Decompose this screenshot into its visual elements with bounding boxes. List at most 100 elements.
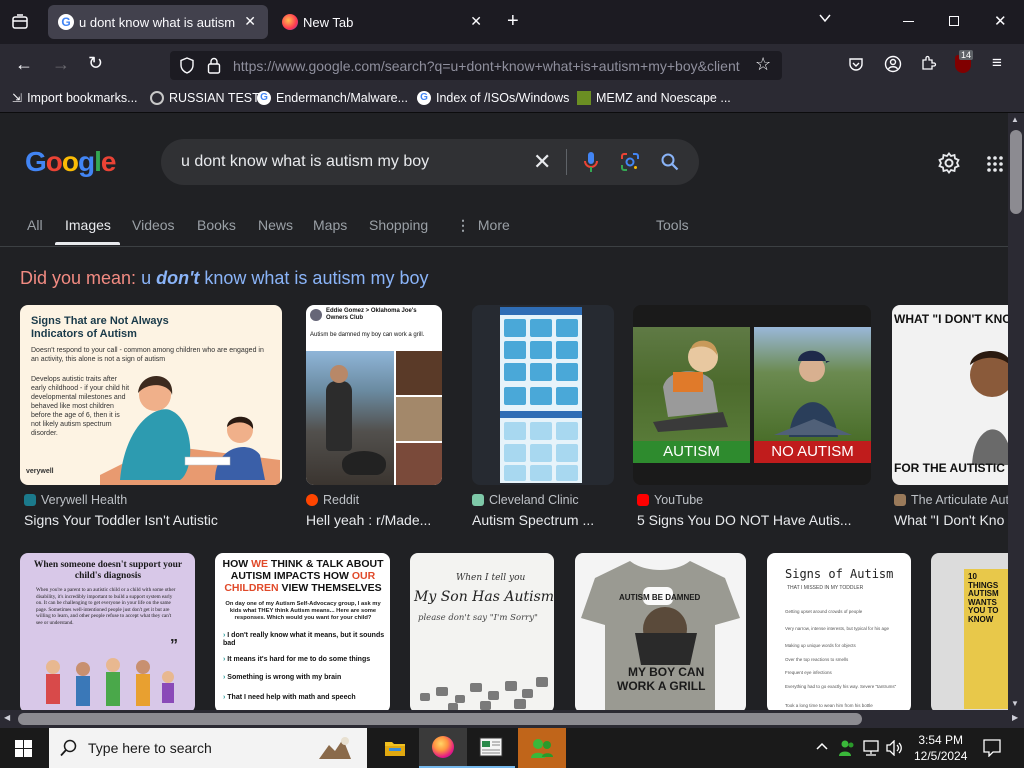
messenger-taskbar-icon[interactable]	[518, 728, 566, 768]
tab-maps[interactable]: Maps	[313, 217, 347, 233]
pocket-icon[interactable]	[848, 56, 864, 77]
network-icon[interactable]	[862, 740, 880, 761]
result-title[interactable]: 5 Signs You DO NOT Have Autis...	[637, 512, 871, 528]
tracking-protection-shield-icon[interactable]	[179, 57, 195, 79]
account-icon[interactable]	[884, 55, 902, 78]
bookmark-russian-test[interactable]: RUSSIAN TEST	[150, 91, 260, 105]
windows-start-icon[interactable]	[15, 740, 32, 762]
extensions-puzzle-icon[interactable]	[920, 55, 937, 77]
tab-bar: G u dont know what is autism my ✕ New Ta…	[0, 0, 1024, 44]
result-source[interactable]: YouTube	[637, 493, 703, 507]
scroll-right-arrow-icon[interactable]: ▶	[1012, 713, 1018, 722]
google-apps-grid-icon[interactable]	[987, 156, 1003, 177]
tab-videos[interactable]: Videos	[132, 217, 175, 233]
show-hidden-icons-chevron-icon[interactable]	[816, 740, 828, 758]
result-thumbnail[interactable]	[472, 305, 614, 485]
result-source[interactable]: Reddit	[306, 493, 359, 507]
tab-more[interactable]: ⋮ More	[456, 217, 510, 234]
search-highlight-icon[interactable]	[315, 733, 355, 763]
clear-search-icon[interactable]: ✕	[533, 149, 551, 175]
voice-search-mic-icon[interactable]	[583, 151, 599, 178]
thumbnail-line: please don't say "I'm Sorry"	[418, 613, 538, 623]
close-window-icon[interactable]: ✕	[994, 12, 1007, 30]
image-result-thumbnail[interactable]: When I tell you My Son Has Autism please…	[410, 553, 554, 710]
volume-speaker-icon[interactable]	[885, 739, 903, 761]
thumbnail-line: When I tell you	[456, 573, 526, 583]
scroll-left-arrow-icon[interactable]: ◀	[4, 713, 10, 722]
tab-google-search[interactable]: G u dont know what is autism my ✕	[48, 5, 268, 39]
image-result-thumbnail[interactable]: AUTISM BE DAMNED MY BOY CAN WORK A GRILL	[575, 553, 746, 710]
result-thumbnail[interactable]: Signs That are Not Always Indicators of …	[20, 305, 282, 485]
forward-arrow-icon[interactable]: →	[52, 54, 70, 75]
scroll-down-arrow-icon[interactable]: ▼	[1011, 699, 1019, 708]
new-tab-plus-icon[interactable]: +	[507, 10, 519, 33]
tab-all[interactable]: All	[27, 217, 43, 233]
tab-images[interactable]: Images	[65, 217, 111, 233]
restore-window-icon[interactable]	[949, 16, 959, 26]
firefox-taskbar-icon[interactable]	[419, 728, 467, 768]
tab-list-icon[interactable]	[11, 13, 29, 36]
search-input[interactable]: u dont know what is autism my boy	[181, 153, 429, 171]
image-result-thumbnail[interactable]: When someone doesn't support your child'…	[20, 553, 195, 710]
system-clock[interactable]: 3:54 PM 12/5/2024	[914, 732, 967, 764]
horizontal-scroll-thumb[interactable]	[18, 713, 862, 725]
google-lens-icon[interactable]	[620, 152, 640, 177]
reload-icon[interactable]: ↻	[88, 53, 103, 74]
search-box[interactable]: u dont know what is autism my boy ✕	[161, 139, 699, 185]
tab-new-tab[interactable]: New Tab ✕	[272, 5, 494, 39]
app-menu-hamburger-icon[interactable]: ≡	[992, 53, 1002, 73]
tray-people-icon[interactable]	[838, 739, 856, 762]
image-result-thumbnail[interactable]: HOW WE THINK & TALK ABOUT AUTISM IMPACTS…	[215, 553, 390, 710]
bookmark-endermanch[interactable]: G Endermanch/Malware...	[257, 91, 408, 105]
list-all-tabs-chevron-icon[interactable]	[818, 11, 832, 30]
did-you-mean-suggestion[interactable]: u don't know what is autism my boy	[141, 268, 428, 288]
close-tab-icon[interactable]: ✕	[244, 13, 256, 30]
vertical-scroll-thumb[interactable]	[1010, 130, 1022, 214]
result-thumbnail[interactable]: AUTISM NO AUTISM	[633, 305, 871, 485]
image-result[interactable]: AUTISM NO AUTISM YouTube 5 Signs You DO …	[633, 305, 871, 535]
search-submit-icon[interactable]	[661, 153, 679, 176]
tshirt-top-text: AUTISM BE DAMNED	[619, 593, 701, 602]
heading-part: HOW	[222, 558, 252, 570]
result-title[interactable]: Autism Spectrum ...	[472, 512, 614, 528]
tools-button[interactable]: Tools	[656, 217, 689, 233]
image-result-thumbnail[interactable]: 10 THINGS AUTISM WANTS YOU TO KNOW	[931, 553, 1008, 710]
lock-icon[interactable]	[207, 57, 221, 79]
image-result[interactable]: Cleveland Clinic Autism Spectrum ...	[472, 305, 614, 535]
result-title[interactable]: Signs Your Toddler Isn't Autistic	[24, 512, 282, 528]
settings-gear-icon[interactable]	[938, 152, 960, 179]
google-logo[interactable]: Google	[25, 146, 116, 178]
taskbar-search-box[interactable]: Type here to search	[49, 728, 367, 768]
result-source[interactable]: Verywell Health	[24, 493, 127, 507]
app-taskbar-icon[interactable]	[467, 728, 515, 768]
image-result-thumbnail[interactable]: Signs of Autism THAT I MISSED IN MY TODD…	[767, 553, 911, 710]
result-thumbnail[interactable]: Eddie Gomez > Oklahoma Joe's Owners Club…	[306, 305, 442, 485]
result-source[interactable]: Cleveland Clinic	[472, 493, 579, 507]
bookmark-import[interactable]: ⇲ Import bookmarks...	[12, 91, 138, 105]
bookmark-isos[interactable]: G Index of /ISOs/Windows	[417, 91, 569, 105]
result-source[interactable]: The Articulate Aut	[894, 493, 1008, 507]
tab-shopping[interactable]: Shopping	[369, 217, 428, 233]
bookmark-star-icon[interactable]: ☆	[755, 54, 771, 75]
back-arrow-icon[interactable]: ←	[15, 54, 33, 75]
thumbnail-heading: HOW WE THINK & TALK ABOUT AUTISM IMPACTS…	[219, 558, 387, 594]
url-text[interactable]: https://www.google.com/search?q=u+dont+k…	[233, 58, 745, 74]
result-thumbnail[interactable]: WHAT "I DON'T KNOW" FOR THE AUTISTIC PE	[892, 305, 1008, 485]
result-title[interactable]: What "I Don't Kno	[894, 512, 1008, 528]
file-explorer-taskbar-icon[interactable]	[371, 728, 419, 768]
image-result[interactable]: Signs That are Not Always Indicators of …	[20, 305, 282, 535]
image-result[interactable]: Eddie Gomez > Oklahoma Joe's Owners Club…	[306, 305, 446, 535]
image-result[interactable]: WHAT "I DON'T KNOW" FOR THE AUTISTIC PE …	[892, 305, 1008, 535]
cleveland-clinic-favicon	[472, 494, 484, 506]
address-bar[interactable]: https://www.google.com/search?q=u+dont+k…	[170, 51, 782, 80]
result-title[interactable]: Hell yeah : r/Made...	[306, 512, 446, 528]
minimize-window-icon[interactable]	[903, 21, 914, 22]
notifications-action-center-icon[interactable]	[983, 739, 1001, 762]
tab-news[interactable]: News	[258, 217, 293, 233]
did-you-mean: Did you mean: u don't know what is autis…	[20, 268, 428, 289]
scroll-up-arrow-icon[interactable]: ▲	[1011, 115, 1019, 124]
close-tab-icon[interactable]: ✕	[470, 13, 482, 30]
thumbnail-bottom-text: FOR THE AUTISTIC PE	[894, 461, 1008, 475]
tab-books[interactable]: Books	[197, 217, 236, 233]
bookmark-memz[interactable]: MEMZ and Noescape ...	[577, 91, 731, 105]
